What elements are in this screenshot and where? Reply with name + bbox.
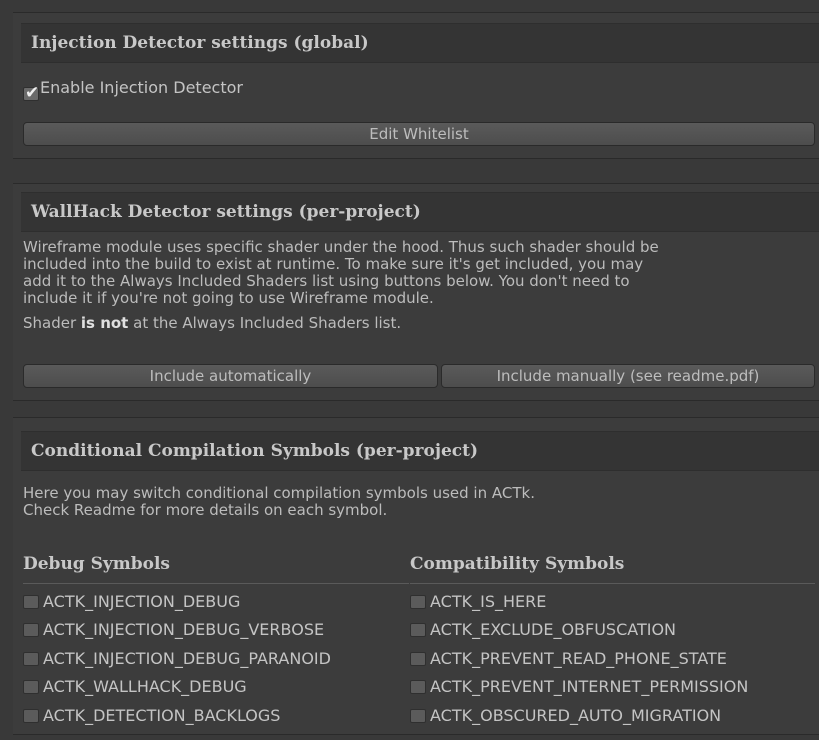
wallhack-description-line-1: Wireframe module uses specific shader un… (23, 238, 659, 256)
wallhack-description-line-4: include it if you're not going to use Wi… (23, 289, 434, 307)
actk-exclude-obfuscation-checkbox[interactable] (410, 623, 426, 637)
actk-obscured-auto-migration-label: ACTK_OBSCURED_AUTO_MIGRATION (430, 706, 722, 725)
symbols-description-line-2: Check Readme for more details on each sy… (23, 501, 388, 519)
actk-detection-backlogs-label: ACTK_DETECTION_BACKLOGS (43, 706, 281, 725)
actk-prevent-internet-permission-label: ACTK_PREVENT_INTERNET_PERMISSION (430, 677, 749, 696)
actk-prevent-read-phone-state-checkbox[interactable] (410, 652, 426, 666)
actk-injection-debug-verbose-checkbox[interactable] (23, 623, 39, 637)
injection-detector-header: Injection Detector settings (global) (21, 23, 819, 63)
compatibility-symbols-divider (410, 583, 815, 584)
checkmark-icon: ✔ (25, 83, 40, 103)
compilation-symbols-panel: Conditional Compilation Symbols (per-pro… (13, 417, 819, 735)
shader-status-text: Shader is not at the Always Included Sha… (23, 315, 401, 332)
wallhack-description-line-2: included into the build to exist at runt… (23, 255, 644, 273)
edit-whitelist-button[interactable]: Edit Whitelist (23, 122, 815, 146)
enable-injection-detector-checkbox[interactable]: ✔ (23, 83, 39, 103)
wallhack-detector-title: WallHack Detector settings (per-project) (31, 202, 421, 222)
actk-injection-debug-verbose-label: ACTK_INJECTION_DEBUG_VERBOSE (43, 620, 325, 639)
actk-prevent-read-phone-state-label: ACTK_PREVENT_READ_PHONE_STATE (430, 649, 727, 668)
debug-symbols-title: Debug Symbols (23, 554, 171, 574)
shader-status-suffix: at the Always Included Shaders list. (128, 314, 402, 332)
debug-symbols-divider (23, 583, 409, 584)
include-manually-button[interactable]: Include manually (see readme.pdf) (441, 364, 815, 388)
wallhack-detector-panel: WallHack Detector settings (per-project)… (13, 183, 819, 401)
actk-is-here-checkbox[interactable] (410, 595, 426, 609)
compilation-symbols-title: Conditional Compilation Symbols (per-pro… (31, 441, 479, 461)
shader-status-bold: is not (80, 314, 129, 332)
actk-obscured-auto-migration-checkbox[interactable] (410, 709, 426, 723)
actk-injection-debug-paranoid-checkbox[interactable] (23, 652, 39, 666)
injection-detector-title: Injection Detector settings (global) (31, 33, 369, 53)
injection-detector-panel: Injection Detector settings (global) ✔ E… (13, 12, 819, 159)
symbols-description-line-1: Here you may switch conditional compilat… (23, 484, 535, 502)
actk-exclude-obfuscation-label: ACTK_EXCLUDE_OBFUSCATION (430, 620, 677, 639)
compatibility-symbols-title: Compatibility Symbols (410, 554, 625, 574)
actk-injection-debug-label: ACTK_INJECTION_DEBUG (43, 592, 241, 611)
wallhack-detector-header: WallHack Detector settings (per-project) (21, 192, 819, 232)
actk-injection-debug-paranoid-label: ACTK_INJECTION_DEBUG_PARANOID (43, 649, 331, 668)
compilation-symbols-header: Conditional Compilation Symbols (per-pro… (21, 431, 819, 471)
actk-wallhack-debug-checkbox[interactable] (23, 680, 39, 694)
include-automatically-button[interactable]: Include automatically (23, 364, 438, 388)
actk-prevent-internet-permission-checkbox[interactable] (410, 680, 426, 694)
enable-injection-detector-label: Enable Injection Detector (40, 78, 243, 97)
actk-wallhack-debug-label: ACTK_WALLHACK_DEBUG (43, 677, 247, 696)
actk-detection-backlogs-checkbox[interactable] (23, 709, 39, 723)
actk-injection-debug-checkbox[interactable] (23, 595, 39, 609)
actk-is-here-label: ACTK_IS_HERE (430, 592, 547, 611)
shader-status-prefix: Shader (23, 314, 81, 332)
wallhack-description-line-3: add it to the Always Included Shaders li… (23, 272, 630, 290)
